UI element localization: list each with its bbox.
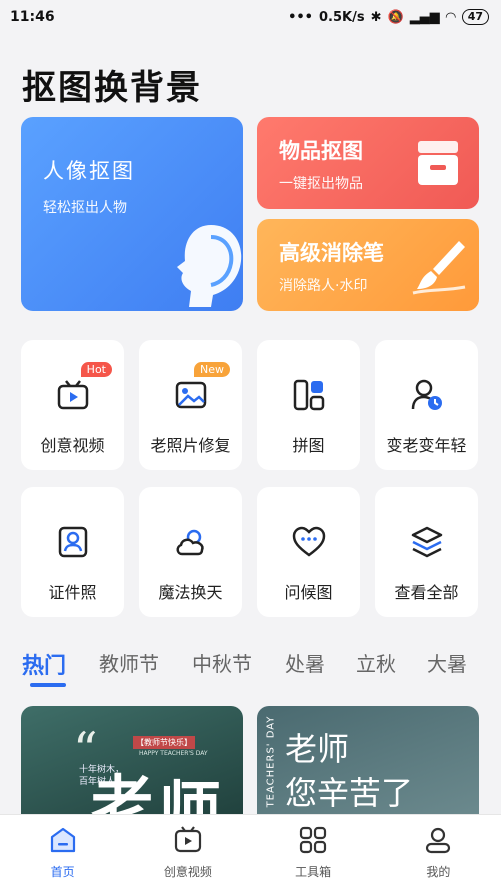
net-speed: 0.5K/s	[319, 9, 365, 25]
collage-icon	[293, 379, 324, 411]
tab-teachers-day[interactable]: 教师节	[99, 648, 159, 677]
tab-mid-autumn[interactable]: 中秋节	[192, 648, 252, 677]
greeting-icon	[292, 526, 325, 557]
video-icon	[57, 380, 88, 410]
status-bar: 11:46 ••• 0.5K/s ✱ 🔕 ▂▄▆ ◠ 47	[0, 0, 501, 34]
new-badge: New	[194, 362, 230, 377]
tool-age-change[interactable]: 变老变年轻	[375, 340, 478, 470]
tool-label: 魔法换天	[158, 583, 223, 602]
more-dots-icon: •••	[288, 9, 313, 25]
age-icon	[411, 379, 442, 410]
nav-label: 创意视频	[163, 865, 212, 879]
layers-icon	[411, 526, 442, 558]
portrait-cutout-card[interactable]: 人像抠图 轻松抠出人物	[21, 117, 243, 311]
user-icon	[426, 827, 451, 854]
tool-greeting-card[interactable]: 问候图	[257, 487, 360, 617]
category-tabs: 热门 教师节 中秋节 处暑 立秋 大暑	[0, 640, 501, 690]
object-cutout-card[interactable]: 物品抠图 一键抠出物品	[257, 117, 479, 209]
tool-creative-video[interactable]: Hot 创意视频	[21, 340, 124, 470]
tool-label: 变老变年轻	[386, 436, 467, 455]
nav-label: 工具箱	[295, 865, 332, 879]
tool-label: 拼图	[292, 436, 325, 455]
tool-label: 查看全部	[394, 583, 459, 602]
nav-toolbox[interactable]: 工具箱	[251, 815, 376, 888]
advanced-eraser-title: 高级消除笔	[279, 241, 384, 265]
tool-magic-sky[interactable]: 魔法换天	[139, 487, 242, 617]
tab-hot[interactable]: 热门	[22, 648, 66, 680]
tab-dashu[interactable]: 大暑	[427, 648, 467, 677]
tool-collage[interactable]: 拼图	[257, 340, 360, 470]
portrait-silhouette-icon	[177, 225, 242, 307]
tool-label: 问候图	[284, 583, 333, 602]
nav-home[interactable]: 首页	[0, 815, 125, 888]
nav-label: 我的	[426, 865, 451, 879]
advanced-eraser-card[interactable]: 高级消除笔 消除路人·水印	[257, 219, 479, 311]
template-tag: 【教师节快乐】	[133, 736, 195, 749]
sky-icon	[176, 529, 204, 556]
template-text-1: 老师	[285, 730, 350, 768]
grid-icon	[300, 826, 327, 854]
advanced-eraser-subtitle: 消除路人·水印	[279, 278, 368, 294]
template-card[interactable]: TEACHERS' DAY 老师 您辛苦了	[257, 706, 479, 826]
nav-creative-video[interactable]: 创意视频	[125, 815, 250, 888]
portrait-cutout-title: 人像抠图	[43, 159, 135, 183]
page-title: 抠图换背景	[22, 68, 202, 108]
video-icon	[174, 826, 201, 853]
object-cutout-title: 物品抠图	[279, 139, 363, 163]
bottom-navigation: 首页 创意视频 工具箱 我的	[0, 814, 501, 888]
nav-label: 首页	[50, 865, 75, 879]
hot-badge: Hot	[80, 362, 112, 377]
tool-label: 老照片修复	[150, 436, 231, 455]
tab-liqiu[interactable]: 立秋	[356, 648, 396, 677]
brush-icon	[412, 241, 466, 295]
template-text-2: 您辛苦了	[285, 774, 414, 812]
portrait-cutout-subtitle: 轻松抠出人物	[43, 200, 127, 216]
tool-id-photo[interactable]: 证件照	[21, 487, 124, 617]
tool-old-photo-repair[interactable]: New 老照片修复	[139, 340, 242, 470]
template-card[interactable]: “ 【教师节快乐】 HAPPY TEACHER'S DAY 十年树木，百年树人 …	[21, 706, 243, 826]
mute-icon: 🔕	[387, 9, 404, 25]
wifi-icon: ◠	[445, 9, 456, 25]
tool-label: 创意视频	[40, 436, 105, 455]
tool-label: 证件照	[48, 583, 97, 602]
status-time: 11:46	[10, 9, 55, 25]
tool-view-all[interactable]: 查看全部	[375, 487, 478, 617]
nav-profile[interactable]: 我的	[376, 815, 501, 888]
signal-icon: ▂▄▆	[409, 9, 440, 25]
tab-chushu[interactable]: 处暑	[285, 648, 325, 677]
object-cutout-subtitle: 一键抠出物品	[279, 176, 363, 192]
template-caption: TEACHERS' DAY	[265, 715, 277, 808]
status-indicators: ••• 0.5K/s ✱ 🔕 ▂▄▆ ◠ 47	[288, 9, 489, 25]
box-icon	[418, 141, 458, 185]
bluetooth-icon: ✱	[370, 9, 382, 25]
home-icon	[50, 827, 75, 853]
id-photo-icon	[58, 526, 87, 558]
photo-icon	[175, 381, 206, 409]
battery-icon: 47	[461, 9, 489, 25]
active-tab-indicator	[30, 683, 66, 687]
